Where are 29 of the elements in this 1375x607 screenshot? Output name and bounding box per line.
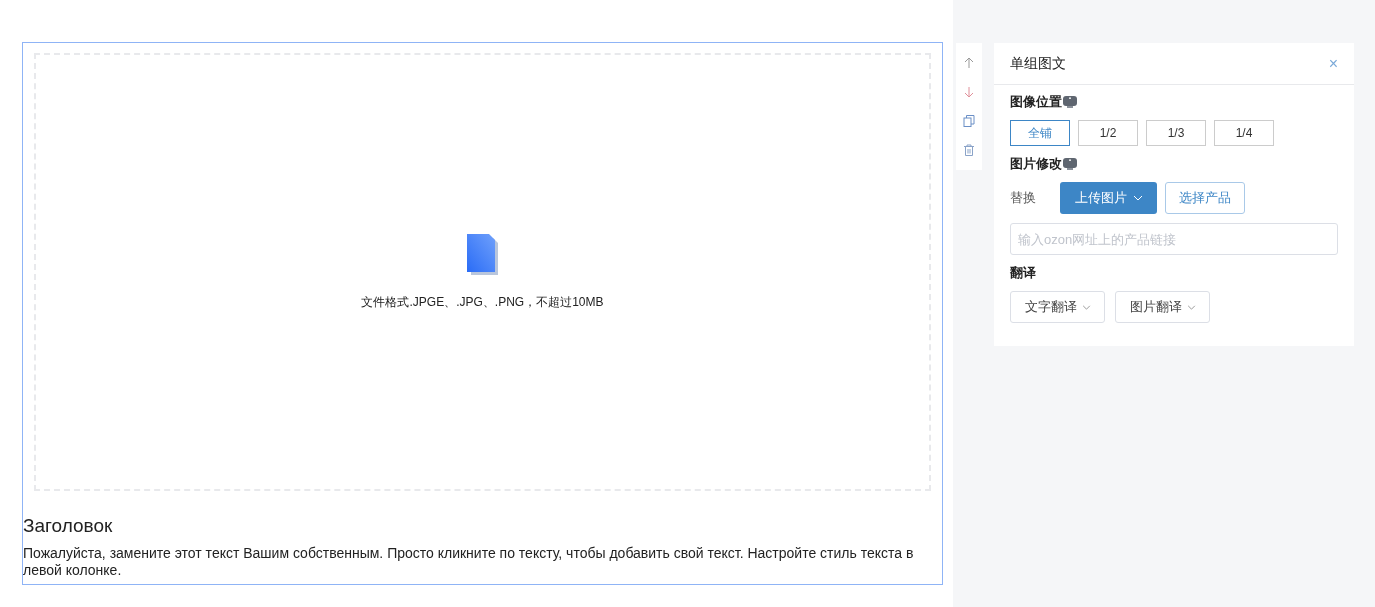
content-block[interactable]: 文件格式.JPGE、.JPG、.PNG，不超过10MB Заголовок Пожалуйста, замените этот текст Вашим собственным. Просто кликните по тексту, чтобы добавить свой текст. Настройте стиль текста в левой колонке. xyxy=(22,42,943,585)
position-option[interactable]: 1/3 xyxy=(1146,120,1206,146)
chevron-down-icon xyxy=(1186,304,1196,310)
section-label: 图像位置 xyxy=(1010,93,1062,111)
choose-product-button[interactable]: 选择产品 xyxy=(1165,182,1245,214)
product-url-field[interactable]: 输入ozon网址上的产品链接 xyxy=(1010,223,1338,255)
upload-area[interactable]: 文件格式.JPGE、.JPG、.PNG，不超过10MB xyxy=(34,53,931,491)
section-label: 翻译 xyxy=(1010,264,1036,282)
translate-dropdown[interactable]: 文字翻译 xyxy=(1010,291,1105,323)
position-option[interactable]: 1/4 xyxy=(1214,120,1274,146)
position-option[interactable]: 1/2 xyxy=(1078,120,1138,146)
block-text: Пожалуйста, замените этот текст Вашим собственным. Просто кликните по тексту, чтобы добавить свой текст. Настройте стиль текста в левой колонке. xyxy=(23,545,915,579)
info-icon xyxy=(1063,95,1077,109)
upload-hint: 文件格式.JPGE、.JPG、.PNG，不超过10MB xyxy=(361,293,604,311)
chevron-down-icon xyxy=(1081,304,1091,310)
panel-title: 单组图文 xyxy=(1010,54,1066,73)
delete-icon[interactable] xyxy=(963,143,975,156)
block-heading: Заголовок xyxy=(23,515,114,537)
chevron-down-icon xyxy=(1132,195,1143,201)
translate-dropdown[interactable]: 图片翻译 xyxy=(1115,291,1210,323)
file-icon xyxy=(466,233,499,276)
section-label: 图片修改 xyxy=(1010,155,1062,173)
position-option[interactable]: 全铺 xyxy=(1010,120,1070,146)
move-down-icon[interactable] xyxy=(964,86,974,99)
move-up-icon[interactable] xyxy=(964,57,974,70)
upload-image-button[interactable]: 上传图片 xyxy=(1060,182,1157,214)
info-icon xyxy=(1063,157,1077,171)
replace-label: 替换 xyxy=(1010,189,1037,207)
copy-icon[interactable] xyxy=(963,114,975,127)
